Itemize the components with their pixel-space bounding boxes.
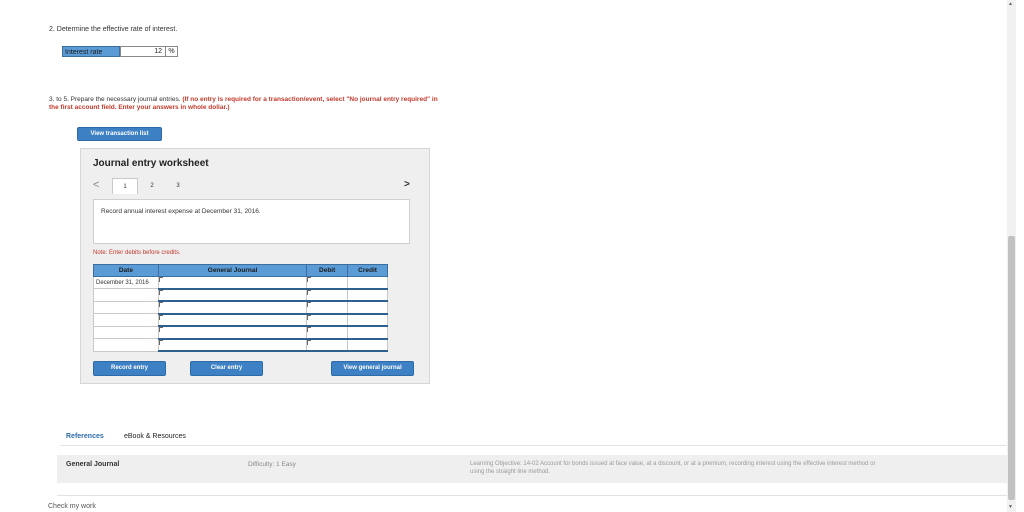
journal-entry-table: Date General Journal Debit Credit Decemb… [93,264,388,352]
tab-3[interactable]: 3 [165,178,191,194]
interest-rate-unit: % [166,46,178,57]
interest-rate-label: Interest rate [62,46,120,57]
debit-input[interactable] [306,276,349,290]
table-row [93,325,388,340]
scroll-down-arrow-icon[interactable]: ▼ [1008,504,1013,510]
worksheet-title: Journal entry worksheet [93,158,209,169]
table-row: December 31, 2016 [93,276,388,290]
dropdown-marker-icon [158,277,163,282]
scroll-up-arrow-icon[interactable]: ▲ [1008,1,1013,7]
question-3-5-text: 3. to 5. Prepare the necessary journal e… [49,96,449,112]
input-marker-icon [307,339,312,345]
debits-credits-note: Note: Enter debits before credits. [93,250,181,256]
dropdown-marker-icon [158,339,163,345]
view-general-journal-button[interactable]: View general journal [331,361,414,376]
account-select[interactable] [157,300,308,315]
input-marker-icon [307,314,312,320]
input-marker-icon [307,277,312,282]
account-select[interactable] [157,313,308,327]
date-cell[interactable] [93,288,159,302]
input-marker-icon [307,327,312,332]
table-row [93,338,388,352]
chevron-right-icon[interactable]: > [404,179,410,190]
entry-description: Record annual interest expense at Decemb… [101,208,261,215]
input-marker-icon [307,289,312,295]
dropdown-marker-icon [158,289,163,295]
question-3-5-prefix: 3. to 5. Prepare the necessary journal e… [49,96,183,103]
date-cell[interactable]: December 31, 2016 [93,276,159,289]
check-my-work-link[interactable]: Check my work [48,503,96,510]
date-cell[interactable] [93,325,159,339]
table-row [93,288,388,302]
difficulty-label: Difficulty: 1 Easy [248,461,296,468]
input-marker-icon [307,302,312,307]
debit-input[interactable] [306,338,349,352]
dropdown-marker-icon [158,327,163,332]
table-row [93,313,388,327]
credit-input[interactable] [347,276,388,290]
debit-input[interactable] [306,325,349,340]
account-select[interactable] [157,288,308,302]
debit-input[interactable] [306,288,349,302]
debit-input[interactable] [306,300,349,315]
interest-rate-input[interactable]: 12 [120,46,166,57]
credit-input[interactable] [347,338,388,352]
learning-objective: Learning Objective: 14-02 Account for bo… [470,461,876,475]
tab-ebook-resources[interactable]: eBook & Resources [124,433,186,440]
dropdown-marker-icon [158,302,163,307]
credit-input[interactable] [347,300,388,315]
credit-input[interactable] [347,325,388,340]
chevron-left-icon[interactable]: < [93,179,99,191]
tab-2[interactable]: 2 [139,178,165,194]
credit-input[interactable] [347,288,388,302]
date-cell[interactable] [93,300,159,314]
date-column-header: Date [93,264,159,277]
entry-description-box [93,199,410,244]
scrollbar-thumb[interactable] [1008,236,1015,500]
account-select[interactable] [157,338,308,352]
date-cell[interactable] [93,338,159,352]
date-cell[interactable] [93,313,159,327]
clear-entry-button[interactable]: Clear entry [190,361,263,376]
tab-1[interactable]: 1 [112,178,138,194]
account-select[interactable] [157,276,308,290]
credit-column-header: Credit [347,264,388,277]
tab-references[interactable]: References [66,433,104,440]
question-2-text: 2. Determine the effective rate of inter… [49,26,178,33]
date-value: December 31, 2016 [96,279,149,286]
account-select[interactable] [157,325,308,340]
references-divider [60,445,1007,446]
record-entry-button[interactable]: Record entry [93,361,166,376]
dropdown-marker-icon [158,314,163,320]
view-transaction-list-button[interactable]: View transaction list [77,127,162,141]
credit-input[interactable] [347,313,388,327]
general-journal-column-header: General Journal [157,264,308,277]
debit-column-header: Debit [306,264,349,277]
general-journal-reference-link[interactable]: General Journal [66,461,119,468]
debit-input[interactable] [306,313,349,327]
table-row [93,300,388,315]
bottom-divider [57,495,1007,496]
